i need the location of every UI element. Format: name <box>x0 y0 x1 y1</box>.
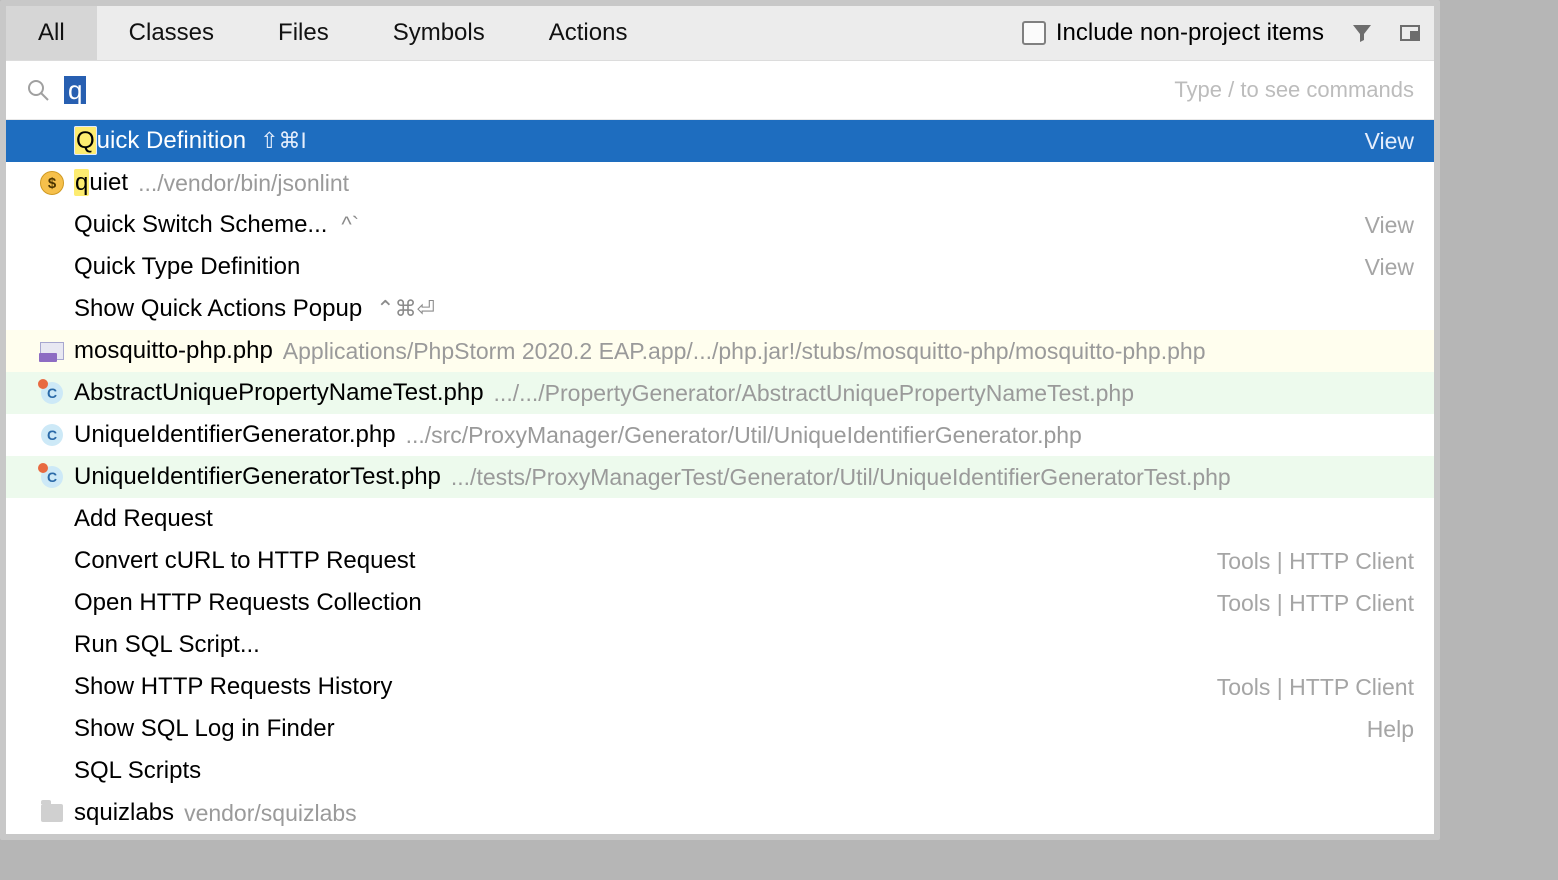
result-location: Tools | HTTP Client <box>1217 548 1414 575</box>
result-label: Run SQL Script... <box>74 631 260 659</box>
result-row[interactable]: Show HTTP Requests History Tools | HTTP C… <box>6 666 1434 708</box>
search-row: q Type / to see commands <box>6 61 1434 120</box>
filter-icon[interactable] <box>1338 21 1386 45</box>
result-label: Show Quick Actions Popup <box>74 295 362 323</box>
no-icon <box>40 717 64 741</box>
result-label: Show HTTP Requests History <box>74 673 392 701</box>
result-row[interactable]: Quick Type Definition View <box>6 246 1434 288</box>
result-location: View <box>1365 128 1414 155</box>
result-label: mosquitto-php.php <box>74 337 273 365</box>
result-row[interactable]: C UniqueIdentifierGeneratorTest.php .../t… <box>6 456 1434 498</box>
result-label: Open HTTP Requests Collection <box>74 589 422 617</box>
match-highlight: Q <box>74 126 97 155</box>
include-non-project-toggle[interactable]: Include non-project items <box>1022 19 1338 47</box>
result-location: Help <box>1367 716 1414 743</box>
checkbox-icon <box>1022 21 1046 45</box>
result-path: .../.../PropertyGenerator/AbstractUnique… <box>494 380 1134 407</box>
folder-icon <box>40 801 64 825</box>
match-highlight: q <box>74 169 89 196</box>
result-row[interactable]: squizlabs vendor/squizlabs <box>6 792 1434 834</box>
result-label: AbstractUniquePropertyNameTest.php <box>74 379 484 407</box>
php-file-icon <box>40 339 64 363</box>
search-hint: Type / to see commands <box>1174 77 1414 103</box>
result-label: Quick Definition <box>74 127 246 155</box>
no-icon <box>40 297 64 321</box>
result-path: Applications/PhpStorm 2020.2 EAP.app/...… <box>283 338 1206 365</box>
result-row[interactable]: Show Quick Actions Popup ⌃⌘⏎ <box>6 288 1434 330</box>
tab-files[interactable]: Files <box>246 6 361 60</box>
result-path: .../src/ProxyManager/Generator/Util/Uniq… <box>406 422 1082 449</box>
no-icon <box>40 255 64 279</box>
result-location: View <box>1365 212 1414 239</box>
no-icon <box>40 759 64 783</box>
search-icon <box>26 78 50 102</box>
result-location: View <box>1365 254 1414 281</box>
result-label: quiet <box>74 169 128 197</box>
result-row[interactable]: Open HTTP Requests Collection Tools | HTT… <box>6 582 1434 624</box>
test-class-icon: C <box>40 465 64 489</box>
search-input[interactable]: q <box>64 76 86 104</box>
shortcut-label: ⇧⌘I <box>260 128 307 154</box>
result-path: .../tests/ProxyManagerTest/Generator/Uti… <box>451 464 1231 491</box>
no-icon <box>40 675 64 699</box>
result-label: Show SQL Log in Finder <box>74 715 335 743</box>
result-path: .../vendor/bin/jsonlint <box>138 170 349 197</box>
result-row[interactable]: Quick Switch Scheme... ^` View <box>6 204 1434 246</box>
no-icon <box>40 129 64 153</box>
tab-classes[interactable]: Classes <box>97 6 246 60</box>
result-label: Quick Type Definition <box>74 253 300 281</box>
dollar-icon: $ <box>40 171 64 195</box>
result-row[interactable]: Run SQL Script... <box>6 624 1434 666</box>
result-label: UniqueIdentifierGeneratorTest.php <box>74 463 441 491</box>
result-row[interactable]: SQL Scripts <box>6 750 1434 792</box>
tab-actions[interactable]: Actions <box>517 6 660 60</box>
result-label: UniqueIdentifierGenerator.php <box>74 421 396 449</box>
no-icon <box>40 549 64 573</box>
result-location: Tools | HTTP Client <box>1217 674 1414 701</box>
result-path: vendor/squizlabs <box>184 800 357 827</box>
test-class-icon: C <box>40 381 64 405</box>
search-everywhere-popup: All Classes Files Symbols Actions Includ… <box>0 0 1440 840</box>
class-icon: C <box>40 423 64 447</box>
result-row[interactable]: C AbstractUniquePropertyNameTest.php .../… <box>6 372 1434 414</box>
no-icon <box>40 213 64 237</box>
result-location: Tools | HTTP Client <box>1217 590 1414 617</box>
result-label: Convert cURL to HTTP Request <box>74 547 415 575</box>
no-icon <box>40 591 64 615</box>
shortcut-label: ⌃⌘⏎ <box>376 296 435 322</box>
result-row[interactable]: C UniqueIdentifierGenerator.php .../src/P… <box>6 414 1434 456</box>
result-label: Add Request <box>74 505 213 533</box>
scope-tabs: All Classes Files Symbols Actions Includ… <box>6 6 1434 61</box>
tab-symbols[interactable]: Symbols <box>361 6 517 60</box>
result-row[interactable]: Convert cURL to HTTP Request Tools | HTTP… <box>6 540 1434 582</box>
shortcut-label: ^` <box>341 212 359 238</box>
result-label: SQL Scripts <box>74 757 201 785</box>
tab-all[interactable]: All <box>6 6 97 60</box>
result-row[interactable]: Show SQL Log in Finder Help <box>6 708 1434 750</box>
pin-window-icon[interactable] <box>1386 21 1434 45</box>
no-icon <box>40 507 64 531</box>
results-list: Quick Definition ⇧⌘I View $ quiet .../vendor… <box>6 120 1434 834</box>
result-row[interactable]: Add Request <box>6 498 1434 540</box>
result-row[interactable]: Quick Definition ⇧⌘I View <box>6 120 1434 162</box>
include-non-project-label: Include non-project items <box>1056 19 1324 47</box>
result-row[interactable]: mosquitto-php.php Applications/PhpStorm … <box>6 330 1434 372</box>
no-icon <box>40 633 64 657</box>
result-label: squizlabs <box>74 799 174 827</box>
result-row[interactable]: $ quiet .../vendor/bin/jsonlint <box>6 162 1434 204</box>
result-label: Quick Switch Scheme... <box>74 211 327 239</box>
